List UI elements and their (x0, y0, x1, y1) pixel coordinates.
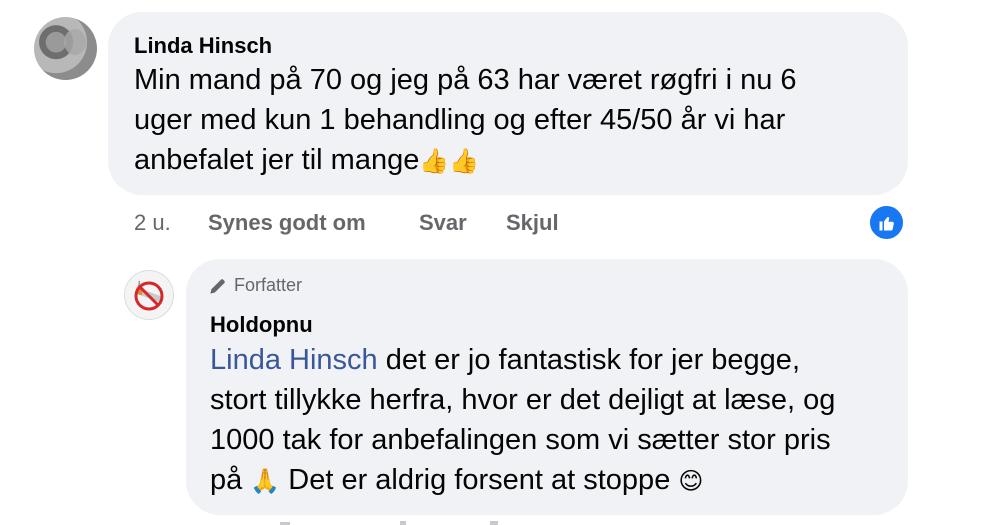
comment-timestamp[interactable]: 2 u. (134, 210, 171, 236)
reply-text-line: Linda Hinsch det er jo fantastisk for je… (210, 340, 835, 380)
reply-button[interactable]: Svar (419, 210, 467, 236)
reply-text: Linda Hinsch det er jo fantastisk for je… (210, 340, 835, 501)
smiling-face-emoji: 😊 (678, 467, 704, 495)
clipped-action-row (280, 521, 498, 525)
comment-text-line: uger med kun 1 behandling og efter 45/50… (134, 104, 786, 136)
mention-link[interactable]: Linda Hinsch (210, 344, 378, 376)
reply-text-line: på 🙏 Det er aldrig forsent at stoppe 😊 (210, 460, 835, 501)
comment-text-line: Min mand på 70 og jeg på 63 har været rø… (134, 64, 797, 96)
reply-text-line: 1000 tak for anbefalingen som vi sætter … (210, 424, 831, 456)
reply-text-segment: det er jo fantastisk for jer begge, (377, 344, 800, 376)
folded-hands-emoji: 🙏 (250, 467, 281, 495)
hide-button[interactable]: Skjul (506, 210, 559, 236)
pen-icon (210, 278, 225, 293)
reply-text-line: stort tillykke herfra, hvor er det dejli… (210, 384, 836, 416)
thumbs-up-emoji: 👍👍 (419, 147, 480, 175)
like-reaction-badge[interactable] (868, 204, 905, 241)
reply-author-name[interactable]: Holdopnu (210, 312, 313, 338)
comment-text-segment: anbefalet jer til mange (134, 144, 420, 176)
like-button[interactable]: Synes godt om (208, 210, 366, 236)
comment-text-line: anbefalet jer til mange👍👍 (134, 140, 797, 181)
no-smoking-icon (134, 280, 164, 311)
avatar-holdopnu[interactable] (124, 270, 174, 320)
thumbs-up-icon (879, 216, 894, 230)
author-badge-label: Forfatter (234, 275, 303, 295)
comment-text: Min mand på 70 og jeg på 63 har været rø… (134, 60, 797, 181)
author-badge: Forfatter (208, 275, 302, 296)
reply-text-segment: på (210, 464, 251, 496)
reply-text-segment: Det er aldrig forsent at stoppe (280, 464, 679, 496)
comment-author-name[interactable]: Linda Hinsch (134, 33, 272, 59)
avatar-linda-hinsch[interactable] (34, 17, 97, 80)
